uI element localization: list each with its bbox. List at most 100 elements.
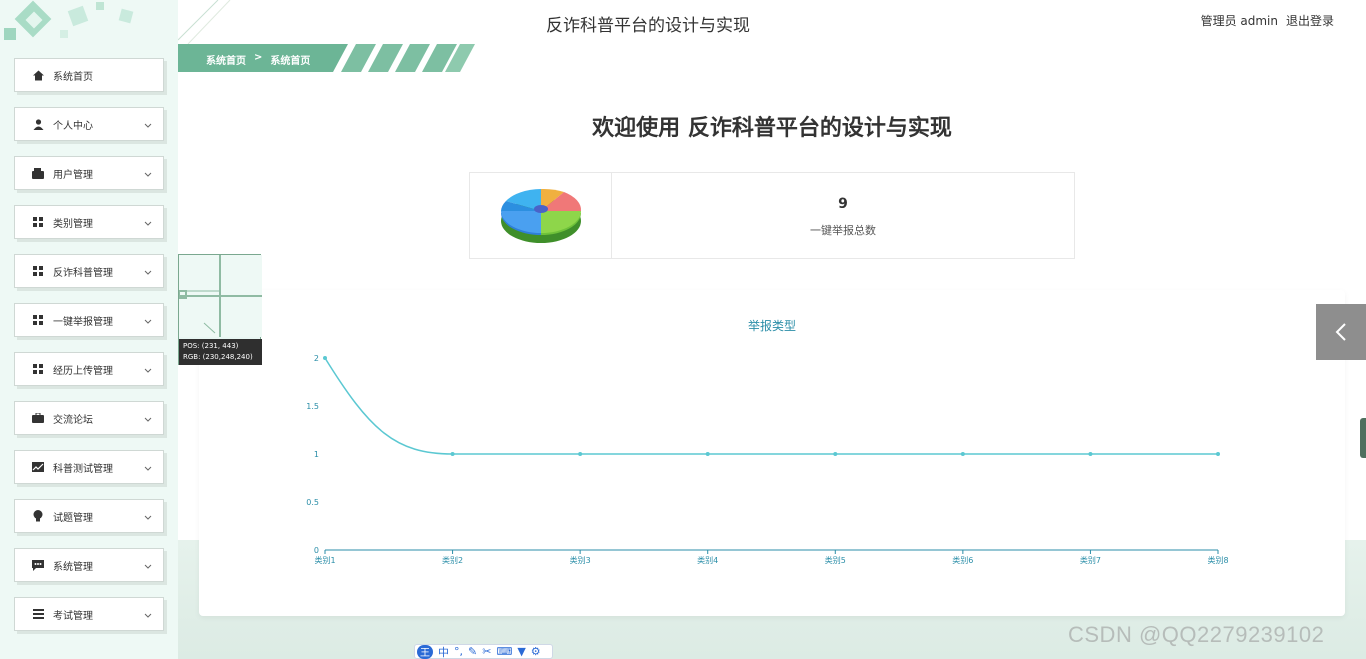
x-tick-label: 类别4 (697, 555, 718, 565)
ime-logo-icon[interactable]: 王 (417, 644, 433, 659)
chevron-down-icon (143, 263, 153, 275)
picker-pos: POS: (231, 443) (183, 342, 239, 350)
sidebar-item-label: 反诈科普管理 (53, 267, 113, 279)
chevron-down-icon (143, 165, 153, 177)
sidebar-item-5[interactable]: 一键举报管理 (11, 300, 164, 337)
sidebar-item-0[interactable]: 系统首页 (11, 55, 164, 92)
pen-icon[interactable]: ✎ (468, 645, 477, 658)
y-tick-label: 1.5 (306, 402, 319, 411)
color-picker-overlay: POS: (231, 443) RGB: (230,248,240) (178, 254, 262, 365)
x-tick-label: 类别3 (570, 555, 591, 565)
data-point (450, 452, 455, 456)
header: 反诈科普平台的设计与实现 管理员 admin 退出登录 (178, 0, 1366, 44)
data-point (960, 452, 965, 456)
grid-icon (31, 215, 45, 229)
chevron-down-icon (143, 410, 153, 422)
grid-icon (31, 362, 45, 376)
data-point (578, 452, 583, 456)
bulb-icon (31, 509, 45, 523)
home-icon (31, 68, 45, 82)
settings-icon[interactable]: ⚙ (531, 645, 541, 658)
sidebar-item-11[interactable]: 考试管理 (11, 594, 164, 631)
chart-card: 举报类型 0 0.5 1 1.5 2 类别1 类别2 类别3 类别4 类别5 类别6 类别7 类别8 (199, 290, 1345, 616)
sidebar-item-10[interactable]: 系统管理 (11, 545, 164, 582)
sidebar-item-label: 试题管理 (53, 512, 93, 524)
sidebar-item-9[interactable]: 试题管理 (11, 496, 164, 533)
collapse-button[interactable] (1316, 304, 1366, 360)
chart-icon (31, 460, 45, 474)
sidebar-item-label: 系统管理 (53, 561, 93, 573)
picker-info: POS: (231, 443) RGB: (230,248,240) (179, 339, 262, 365)
data-point (705, 452, 710, 456)
user-label: 管理员 admin (1200, 14, 1278, 28)
keyboard-icon[interactable]: ⌨ (496, 645, 512, 658)
logout-button[interactable]: 退出登录 (1286, 12, 1334, 29)
sidebar-item-label: 交流论坛 (53, 414, 93, 426)
pie-chart-icon (501, 188, 582, 243)
chevron-down-icon (143, 214, 153, 226)
grid-icon (31, 313, 45, 327)
sidebar-item-label: 经历上传管理 (53, 365, 113, 377)
breadcrumb-text: 系统首页 > 系统首页 (206, 52, 310, 67)
sidebar-item-7[interactable]: 交流论坛 (11, 398, 164, 435)
briefcase-icon (31, 411, 45, 425)
sidebar-item-label: 个人中心 (53, 120, 93, 132)
sidebar-item-label: 一键举报管理 (53, 316, 113, 328)
ime-toolbar: 王 中 °, ✎ ✂ ⌨ ▼ ⚙ (414, 644, 553, 659)
sidebar-item-1[interactable]: 个人中心 (11, 104, 164, 141)
x-tick-label: 类别6 (952, 555, 973, 565)
user-area: 管理员 admin 退出登录 (1201, 12, 1334, 29)
data-point (323, 356, 327, 360)
sidebar-item-6[interactable]: 经历上传管理 (11, 349, 164, 386)
watermark: CSDN @QQ2279239102 (1068, 622, 1325, 647)
grid-icon (31, 264, 45, 278)
sidebar-item-8[interactable]: 科普测试管理 (11, 447, 164, 484)
ime-language-toggle[interactable]: 中 (438, 644, 449, 659)
stat-divider (611, 173, 612, 258)
user-icon (31, 117, 45, 131)
y-tick-label: 2 (314, 354, 319, 363)
punctuation-icon[interactable]: °, (454, 645, 463, 658)
y-tick-label: 0 (314, 546, 319, 555)
chevron-down-icon (143, 508, 153, 520)
page-title: 反诈科普平台的设计与实现 (546, 16, 750, 36)
sidebar: 系统首页个人中心用户管理类别管理反诈科普管理 一键举报管理 经历上传管理 交流论坛科普… (0, 0, 178, 659)
side-tab[interactable] (1360, 418, 1366, 458)
data-point (1216, 452, 1220, 456)
x-tick-label: 类别2 (442, 555, 463, 565)
sidebar-item-label: 类别管理 (53, 218, 93, 230)
line-chart: 0 0.5 1 1.5 2 类别1 类别2 类别3 类别4 类别5 类别6 类别7 类别8 (306, 354, 1228, 565)
breadcrumb-separator: > (254, 52, 263, 63)
chevron-down-icon (143, 606, 153, 618)
chevron-left-icon (1335, 323, 1346, 341)
breadcrumb: 系统首页 > 系统首页 (178, 44, 478, 72)
sidebar-decoration (4, 0, 134, 40)
chevron-down-icon (143, 312, 153, 324)
chevron-down-icon (143, 459, 153, 471)
skin-icon[interactable]: ▼ (517, 645, 525, 658)
x-tick-label: 类别7 (1080, 555, 1101, 565)
sidebar-item-label: 考试管理 (53, 610, 93, 622)
message-icon (31, 558, 45, 572)
chevron-down-icon (143, 116, 153, 128)
sidebar-item-label: 科普测试管理 (53, 463, 113, 475)
series-line (324, 357, 1218, 455)
chevron-down-icon (143, 557, 153, 569)
breadcrumb-home[interactable]: 系统首页 (206, 52, 246, 67)
x-tick-label: 类别8 (1207, 555, 1228, 565)
stat-card: 9 一键举报总数 (469, 172, 1075, 259)
scissors-icon[interactable]: ✂ (482, 645, 491, 658)
list-icon (31, 607, 45, 621)
welcome-heading: 欢迎使用 反诈科普平台的设计与实现 (592, 116, 952, 141)
magnifier-grid (179, 255, 262, 337)
data-point (1088, 452, 1093, 456)
sidebar-item-label: 用户管理 (53, 169, 93, 181)
sidebar-item-4[interactable]: 反诈科普管理 (11, 251, 164, 288)
sidebar-item-2[interactable]: 用户管理 (11, 153, 164, 190)
chevron-down-icon (143, 361, 153, 373)
stat-value: 9 (838, 196, 848, 212)
picker-rgb: RGB: (230,248,240) (183, 353, 253, 361)
y-tick-label: 0.5 (306, 498, 319, 507)
breadcrumb-current: 系统首页 (270, 56, 311, 67)
sidebar-item-3[interactable]: 类别管理 (11, 202, 164, 239)
